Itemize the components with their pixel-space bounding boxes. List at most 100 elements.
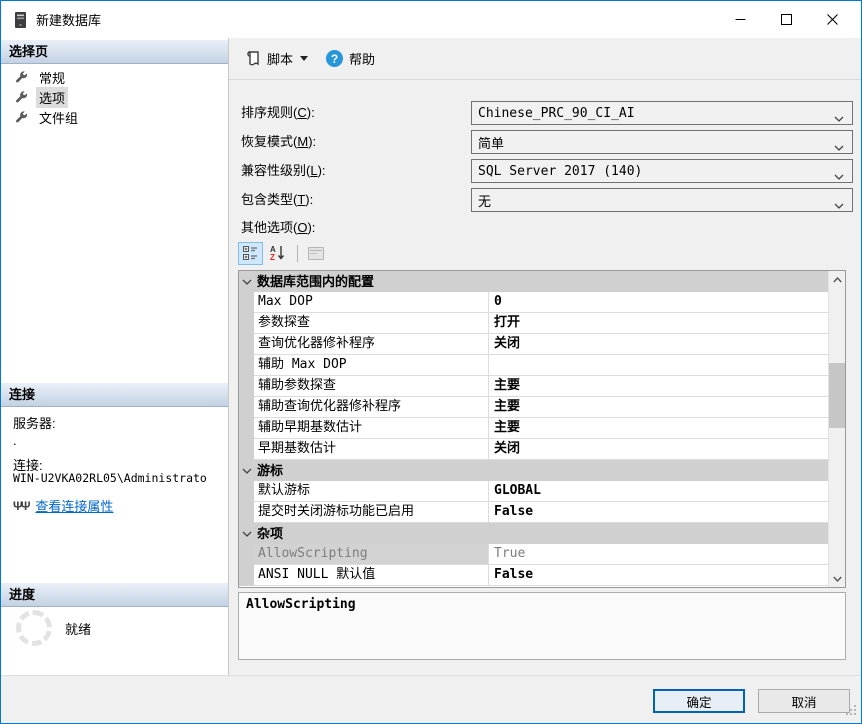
chevron-down-icon[interactable] — [834, 111, 844, 126]
select-page-header: 选择页 — [1, 40, 228, 64]
scrollbar-thumb[interactable] — [829, 363, 845, 428]
grid-property-row[interactable]: 默认游标 GLOBAL — [239, 481, 828, 502]
resize-grip[interactable] — [845, 704, 858, 720]
sidebar-item-label: 常规 — [39, 70, 66, 86]
property-value[interactable]: 打开 — [489, 313, 828, 334]
property-name: 默认游标 — [254, 481, 489, 502]
server-value: . — [13, 433, 17, 448]
grid-property-row[interactable]: Max DOP 0 — [239, 292, 828, 313]
sidebar-item-1[interactable]: 选项 — [1, 86, 228, 108]
collapse-icon[interactable] — [239, 523, 254, 544]
grid-property-row[interactable]: 查询优化器修补程序 关闭 — [239, 334, 828, 355]
property-value[interactable]: True — [489, 544, 828, 565]
dialog-toolbar: 脚本 ? 帮助 — [229, 38, 861, 80]
categorized-button[interactable] — [238, 241, 263, 265]
script-icon — [246, 50, 261, 67]
form-row-3: 包含类型(T): 无 — [229, 188, 861, 212]
sidebar-item-label: 文件组 — [39, 110, 79, 126]
grid-property-row[interactable]: 辅助查询优化器修补程序 主要 — [239, 397, 828, 418]
script-button[interactable]: 脚本 — [241, 45, 313, 72]
property-value[interactable]: 关闭 — [489, 334, 828, 355]
property-value[interactable]: 主要 — [489, 397, 828, 418]
minimize-button[interactable] — [717, 1, 763, 38]
property-grid-rows: 数据库范围内的配置 Max DOP 0 参数探查 打开 查询优化器修补程序 关闭 辅助 Max… — [239, 271, 828, 586]
grid-property-row[interactable]: 早期基数估计 关闭 — [239, 439, 828, 460]
property-value[interactable]: False — [489, 565, 828, 586]
collapse-icon[interactable] — [239, 271, 254, 292]
grid-category-row[interactable]: 游标 — [239, 460, 828, 481]
grid-property-row[interactable]: AllowScripting True — [239, 544, 828, 565]
property-value[interactable] — [489, 355, 828, 376]
combo-2[interactable]: SQL Server 2017 (140) — [471, 159, 853, 183]
help-icon: ? — [326, 50, 344, 67]
options-panel: 脚本 ? 帮助 排序规则(C): Chinese_PRC_90_CI_AI 恢复模式… — [229, 38, 861, 675]
grid-property-row[interactable]: 参数探查 打开 — [239, 313, 828, 334]
page-list: 常规 选项 文件组 — [1, 67, 228, 127]
property-value[interactable]: 主要 — [489, 418, 828, 439]
scroll-down-icon[interactable] — [829, 570, 845, 587]
window-title: 新建数据库 — [36, 13, 102, 28]
property-value[interactable]: False — [489, 502, 828, 523]
script-dropdown-icon[interactable] — [300, 56, 309, 61]
grid-property-row[interactable]: 辅助参数探查 主要 — [239, 376, 828, 397]
connection-value: WIN-U2VKA02RL05\Administrato — [13, 471, 207, 485]
maximize-button[interactable] — [763, 1, 809, 38]
collapse-icon[interactable] — [239, 460, 254, 481]
scroll-up-icon[interactable] — [829, 271, 845, 288]
vertical-scrollbar[interactable] — [828, 271, 845, 587]
wrench-icon — [14, 70, 28, 84]
property-value[interactable]: GLOBAL — [489, 481, 828, 502]
property-value[interactable]: 关闭 — [489, 439, 828, 460]
grid-property-row[interactable]: 辅助早期基数估计 主要 — [239, 418, 828, 439]
grid-property-row[interactable]: 辅助 Max DOP — [239, 355, 828, 376]
alphabetical-sort-button[interactable]: AZ — [265, 242, 290, 265]
property-value[interactable]: 0 — [489, 292, 828, 313]
grid-category-row[interactable]: 数据库范围内的配置 — [239, 271, 828, 292]
form-row-1: 恢复模式(M): 简单 — [229, 130, 861, 154]
chevron-down-icon[interactable] — [834, 169, 844, 184]
row-indent — [239, 565, 254, 586]
wrench-icon — [14, 90, 28, 104]
sidebar-item-label: 选项 — [36, 86, 69, 108]
sidebar-item-0[interactable]: 常规 — [1, 67, 228, 87]
row-indent — [239, 481, 254, 502]
title-bar: 新建数据库 — [1, 1, 861, 38]
property-name: 参数探查 — [254, 313, 489, 334]
chevron-down-icon[interactable] — [834, 198, 844, 213]
property-grid-toolbar: AZ — [238, 241, 330, 265]
form-label-1: 恢复模式(M): — [241, 134, 317, 149]
script-label: 脚本 — [267, 52, 294, 67]
dialog-content: 选择页 常规 选项 文件组 连接 服务器: . 连接: WIN-U2VKA02RL0… — [1, 38, 861, 675]
progress-header: 进度 — [1, 583, 228, 607]
wrench-icon — [14, 110, 28, 124]
grid-property-row[interactable]: ANSI NULL 默认值 False — [239, 565, 828, 586]
combo-value: SQL Server 2017 (140) — [478, 163, 643, 179]
grid-category-row[interactable]: 杂项 — [239, 523, 828, 544]
property-value[interactable]: 主要 — [489, 376, 828, 397]
combo-1[interactable]: 简单 — [471, 130, 853, 154]
help-button[interactable]: ? 帮助 — [321, 45, 380, 72]
property-pages-button — [303, 242, 328, 265]
combo-3[interactable]: 无 — [471, 188, 853, 212]
view-connection-properties-link[interactable]: 查看连接属性 — [35, 496, 113, 515]
row-indent — [239, 418, 254, 439]
property-name: Max DOP — [254, 292, 489, 313]
database-server-icon — [14, 11, 27, 29]
close-button[interactable] — [809, 1, 855, 38]
property-name: AllowScripting — [254, 544, 489, 565]
ok-button[interactable]: 确定 — [653, 689, 745, 713]
sidebar-item-2[interactable]: 文件组 — [1, 107, 228, 127]
property-name: 辅助参数探查 — [254, 376, 489, 397]
property-name: 查询优化器修补程序 — [254, 334, 489, 355]
combo-0[interactable]: Chinese_PRC_90_CI_AI — [471, 101, 853, 125]
property-name: 辅助早期基数估计 — [254, 418, 489, 439]
progress-status: 就绪 — [65, 622, 92, 637]
form-label-3: 包含类型(T): — [241, 192, 314, 207]
window-controls — [717, 1, 861, 38]
grid-property-row[interactable]: 提交时关闭游标功能已启用 False — [239, 502, 828, 523]
chevron-down-icon[interactable] — [834, 140, 844, 155]
category-name: 数据库范围内的配置 — [257, 274, 375, 289]
cancel-button[interactable]: 取消 — [758, 689, 850, 713]
row-indent — [239, 439, 254, 460]
row-indent — [239, 313, 254, 334]
